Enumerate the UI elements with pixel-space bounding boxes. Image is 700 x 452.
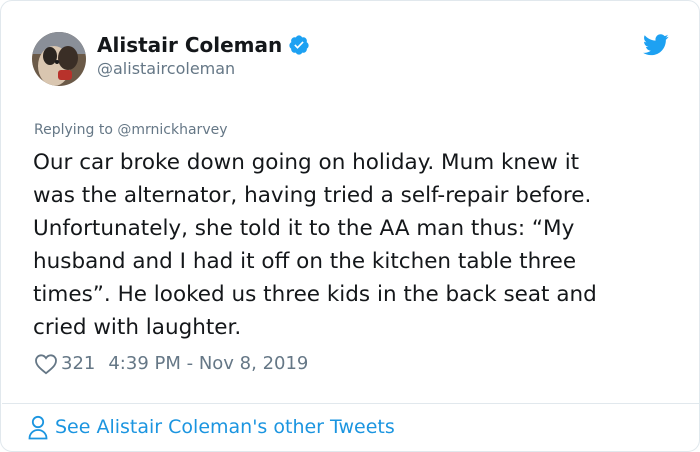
see-other-tweets-link[interactable]: See Alistair Coleman's other Tweets: [27, 413, 395, 441]
reply-mention-link[interactable]: @mrnickharvey: [117, 122, 227, 138]
avatar[interactable]: [32, 32, 86, 86]
twitter-bird-icon[interactable]: [643, 34, 669, 56]
tweet-timestamp[interactable]: 4:39 PM - Nov 8, 2019: [108, 352, 308, 376]
author-name[interactable]: Alistair Coleman: [97, 32, 310, 58]
verified-badge-icon: [288, 34, 310, 56]
reply-prefix: Replying to: [34, 122, 113, 138]
author-handle[interactable]: @alistaircoleman: [97, 59, 235, 79]
tweet-text-line: husband and I had it off on the kitchen …: [33, 249, 577, 274]
tweet-text-line: Our car broke down going on holiday. Mum…: [33, 150, 580, 175]
see-other-tweets-label[interactable]: See Alistair Coleman's other Tweets: [55, 413, 395, 441]
person-icon: [27, 414, 49, 440]
heart-icon[interactable]: [34, 353, 58, 375]
tweet-text-line: was the alternator, having tried a self-…: [33, 183, 592, 208]
tweet-text-line: cried with laughter.: [33, 315, 242, 340]
tweet-meta: 321 4:39 PM - Nov 8, 2019: [34, 352, 308, 376]
tweet-card: Alistair Coleman @alistaircoleman Replyi…: [0, 0, 700, 452]
tweet-text: Our car broke down going on holiday. Mum…: [33, 146, 681, 344]
like-count[interactable]: 321: [61, 352, 95, 376]
tweet-text-line: Unfortunately, she told it to the AA man…: [33, 216, 575, 241]
reply-context: Replying to @mrnickharvey: [34, 121, 228, 139]
divider: [2, 403, 700, 404]
tweet-text-line: times”. He looked us three kids in the b…: [33, 282, 597, 307]
author-name-text[interactable]: Alistair Coleman: [97, 32, 282, 58]
